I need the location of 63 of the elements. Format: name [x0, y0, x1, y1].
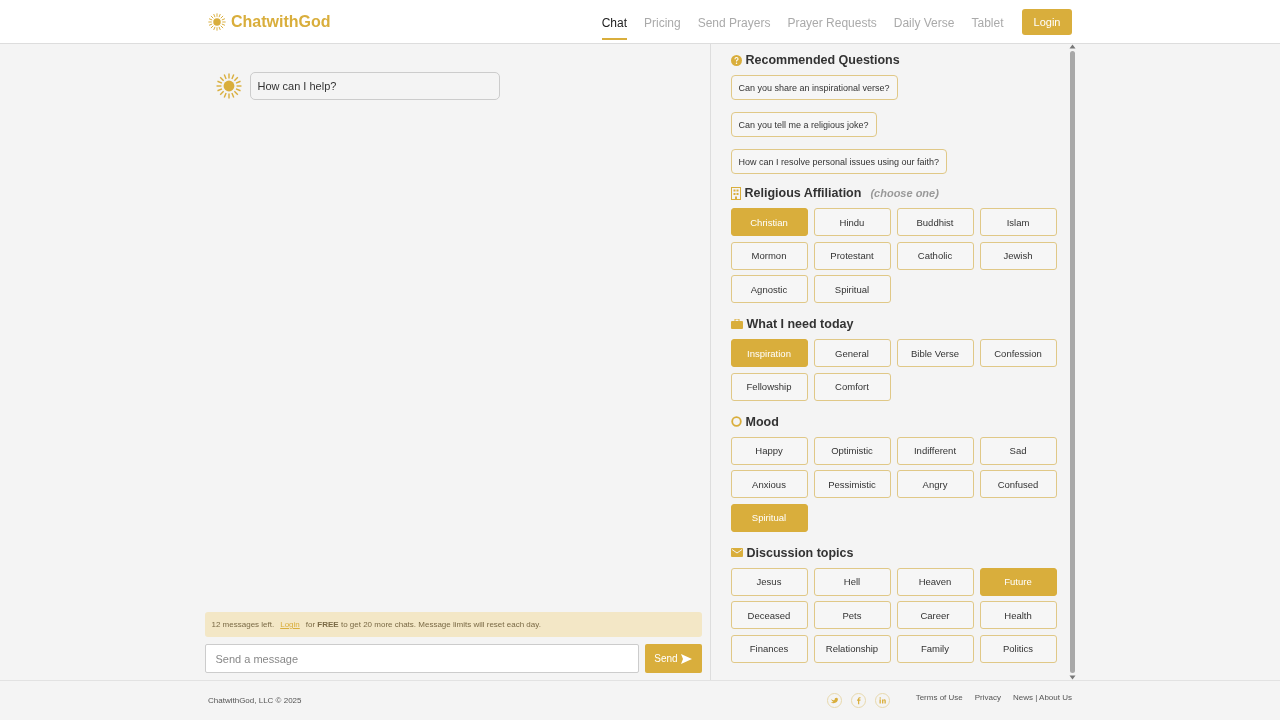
option-chip[interactable]: Career — [896, 601, 974, 629]
footer-link[interactable]: News | About Us — [1013, 693, 1072, 702]
option-chip[interactable]: Jesus — [730, 567, 808, 596]
sun-icon — [208, 12, 226, 31]
option-chip[interactable]: Fellowship — [730, 372, 808, 401]
option-chip[interactable]: Catholic — [896, 241, 974, 270]
suggested-question[interactable]: How can I resolve personal issues using our faith? — [730, 149, 948, 174]
footer-link[interactable]: Terms of Use — [915, 693, 963, 702]
option-chip[interactable]: Optimistic — [813, 436, 891, 465]
section-hint: (choose one) — [870, 187, 939, 199]
suggested-question[interactable]: Can you tell me a religious joke? — [730, 112, 877, 137]
sun-icon — [215, 73, 242, 99]
option-chip[interactable]: Politics — [979, 634, 1057, 663]
option-chip[interactable]: Family — [896, 634, 974, 663]
option-chip[interactable]: Comfort — [813, 372, 891, 401]
option-chip[interactable]: Islam — [979, 208, 1057, 236]
option-chip[interactable]: Happy — [730, 436, 808, 465]
option-chip[interactable]: Angry — [896, 470, 974, 498]
section-title: Religious Affiliation — [744, 186, 862, 200]
option-chip[interactable]: Hindu — [813, 208, 891, 236]
copyright-text: ChatwithGod, LLC © 2025 — [208, 696, 302, 705]
scrollbar-thumb[interactable] — [1069, 51, 1075, 673]
briefcase-icon — [730, 319, 743, 329]
option-chip[interactable]: Confused — [979, 470, 1057, 498]
envelope-icon — [730, 548, 743, 557]
facebook-icon[interactable] — [850, 693, 866, 708]
message-input[interactable]: Send a message — [204, 644, 639, 673]
nav-tab[interactable]: Chat — [601, 13, 627, 40]
option-chip[interactable]: Sad — [979, 436, 1057, 465]
option-chip[interactable]: Deceased — [730, 601, 808, 629]
suggested-question[interactable]: Can you share an inspirational verse? — [730, 75, 898, 100]
option-chip[interactable]: Pets — [813, 601, 891, 629]
option-chip[interactable]: Jewish — [979, 241, 1057, 270]
option-chip[interactable]: Protestant — [813, 241, 891, 270]
linkedin-icon[interactable] — [874, 693, 890, 708]
option-chip[interactable]: General — [813, 339, 891, 367]
option-chip[interactable]: Pessimistic — [813, 470, 891, 498]
section-title: Discussion topics — [746, 545, 854, 560]
scroll-down-icon[interactable] — [1068, 675, 1076, 680]
option-chip[interactable]: Hell — [813, 567, 891, 596]
option-chip[interactable]: Bible Verse — [896, 339, 974, 367]
circle-icon — [730, 416, 742, 427]
question-icon — [730, 54, 742, 66]
option-chip[interactable]: Agnostic — [730, 275, 808, 303]
bird-icon[interactable] — [826, 693, 842, 708]
option-chip[interactable]: Health — [979, 601, 1057, 629]
section-title: What I need today — [746, 317, 854, 331]
option-chip[interactable]: Finances — [730, 634, 808, 663]
building-icon — [730, 186, 741, 200]
section-title: Mood — [745, 414, 779, 429]
option-chip[interactable]: Indifferent — [896, 436, 974, 465]
option-chip[interactable]: Heaven — [896, 567, 974, 596]
send-icon — [680, 653, 692, 664]
chat-bubble: How can I help? — [249, 72, 500, 100]
option-chip[interactable]: Anxious — [730, 470, 808, 498]
message-limit-notice: 12 messages left. Login for FREE to get 20 more chats. Message limits will reset each day. — [204, 612, 702, 637]
option-chip[interactable]: Mormon — [730, 241, 808, 270]
option-chip[interactable]: Buddhist — [896, 208, 974, 236]
option-chip[interactable]: Spiritual — [813, 275, 891, 303]
option-chip[interactable]: Confession — [979, 339, 1057, 367]
section-title: Recommended Questions — [745, 53, 900, 67]
footer-link[interactable]: Privacy — [974, 693, 1001, 702]
option-chip[interactable]: Relationship — [813, 634, 891, 663]
